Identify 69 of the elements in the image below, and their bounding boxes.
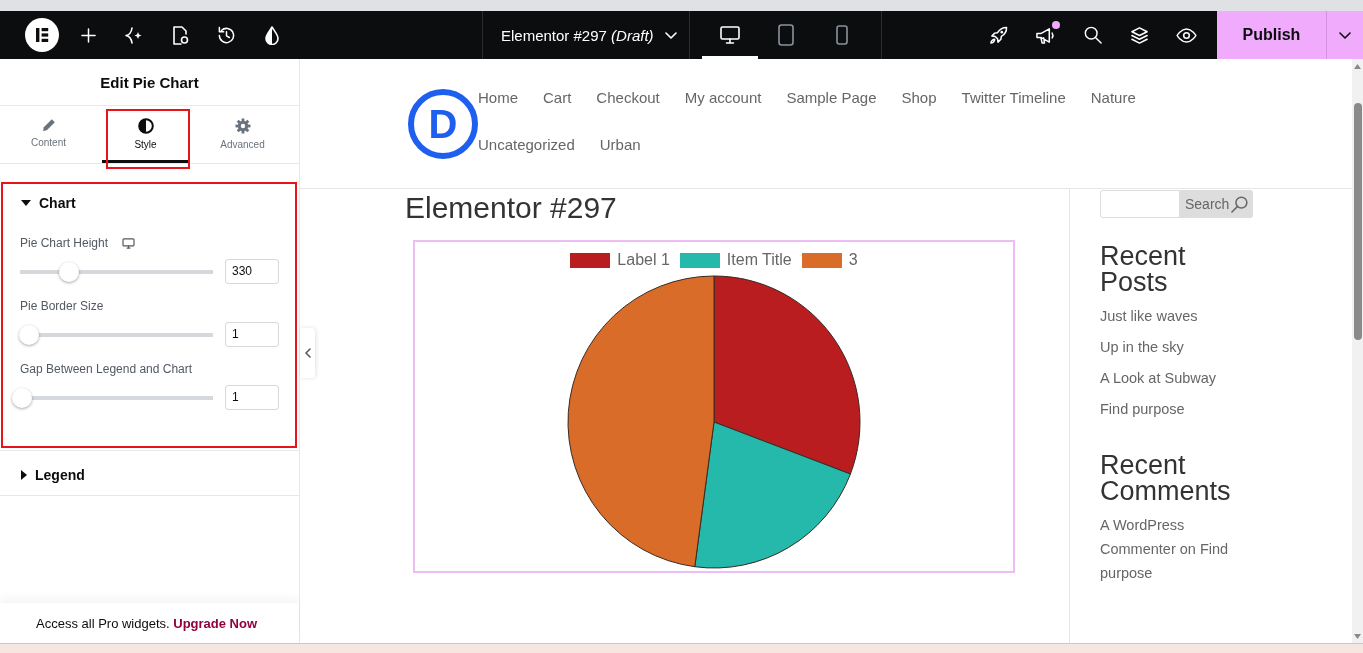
publish-button[interactable]: Publish	[1217, 11, 1326, 59]
post-link[interactable]: Just like waves	[1100, 306, 1246, 326]
chevron-left-icon	[304, 348, 311, 358]
slider-thumb[interactable]	[59, 261, 80, 282]
nav-link[interactable]: Twitter Timeline	[961, 88, 1066, 108]
nav-link[interactable]: My account	[684, 88, 762, 108]
layers-icon[interactable]	[1130, 25, 1149, 45]
history-icon[interactable]	[216, 25, 236, 45]
document-title[interactable]: Elementor #297 (Draft)	[501, 26, 654, 44]
nav-link[interactable]: Home	[478, 88, 518, 108]
chevron-down-icon[interactable]	[664, 31, 677, 39]
eye-icon[interactable]	[1176, 27, 1197, 43]
slider-thumb[interactable]	[12, 387, 32, 408]
nav-link[interactable]: Sample Page	[786, 88, 877, 108]
upgrade-link[interactable]: Upgrade Now	[173, 615, 258, 631]
panel-tab[interactable]: Advanced	[194, 106, 291, 163]
panel-title: Edit Pie Chart	[100, 73, 199, 91]
nav-link[interactable]: Nature	[1090, 88, 1136, 108]
post-link[interactable]: A Look at Subway	[1100, 368, 1246, 388]
megaphone-icon[interactable]	[1035, 25, 1056, 45]
nav-link[interactable]: Shop	[901, 88, 937, 108]
panel-collapse-handle[interactable]	[300, 328, 315, 378]
mobile-phone-icon	[836, 25, 848, 45]
control-label: Pie Border Size	[20, 299, 104, 313]
widget-title: Recent Comments	[1100, 452, 1232, 504]
legend-label: 3	[848, 251, 858, 269]
gear-icon	[234, 118, 251, 134]
post-link[interactable]: Up in the sky	[1100, 337, 1246, 357]
tablet-icon	[778, 24, 794, 46]
legend-label: Label 1	[617, 251, 670, 269]
droplet-icon[interactable]	[265, 25, 279, 45]
page-title: Elementor #297	[405, 191, 617, 225]
widget-title: Recent Posts	[1100, 243, 1187, 295]
control-label: Gap Between Legend and Chart	[20, 362, 193, 376]
number-field[interactable]: 330	[225, 259, 279, 284]
slider-thumb[interactable]	[19, 324, 40, 345]
control-label: Pie Chart Height	[20, 236, 109, 250]
nav-link[interactable]: Uncategorized	[478, 135, 575, 155]
desktop-icon[interactable]	[122, 237, 136, 249]
chevron-down-icon	[1339, 31, 1351, 39]
section-header[interactable]: Chart	[0, 183, 299, 223]
comment-link[interactable]: A WordPress Commenter on Find purpose	[1100, 513, 1246, 585]
scroll-down-arrow-icon[interactable]	[1354, 634, 1361, 639]
promo-text: Access all Pro widgets. Upgrade Now	[36, 615, 258, 631]
search-field[interactable]	[1100, 190, 1180, 218]
app-logo-icon[interactable]	[25, 18, 59, 52]
desktop-icon	[720, 26, 740, 44]
scrollbar-thumb[interactable]	[1353, 103, 1362, 340]
scroll-up-arrow-icon[interactable]	[1354, 64, 1361, 69]
search-button[interactable]: Search	[1180, 190, 1254, 218]
number-field[interactable]: 1	[225, 322, 279, 347]
post-link[interactable]: Find purpose	[1100, 399, 1246, 419]
panel-tab[interactable]: Content	[0, 106, 97, 163]
sparkle-icon[interactable]	[125, 26, 143, 44]
rocket-icon[interactable]	[989, 25, 1008, 45]
nav-link[interactable]: Checkout	[596, 88, 660, 108]
document-gear-icon[interactable]	[171, 25, 189, 45]
nav-link[interactable]: Urban	[599, 135, 641, 155]
scrollbar[interactable]	[1352, 59, 1363, 643]
search-icon	[1231, 195, 1249, 213]
plus-icon[interactable]	[80, 27, 96, 43]
search-icon[interactable]	[1083, 26, 1102, 44]
nav-link[interactable]: Cart	[543, 88, 572, 108]
section-header[interactable]: Legend	[0, 455, 299, 495]
pencil-icon	[41, 118, 56, 132]
half-circle-icon	[137, 118, 154, 134]
number-field[interactable]: 1	[225, 385, 279, 410]
legend-label: Item Title	[726, 251, 792, 269]
site-logo[interactable]: D	[408, 89, 478, 159]
